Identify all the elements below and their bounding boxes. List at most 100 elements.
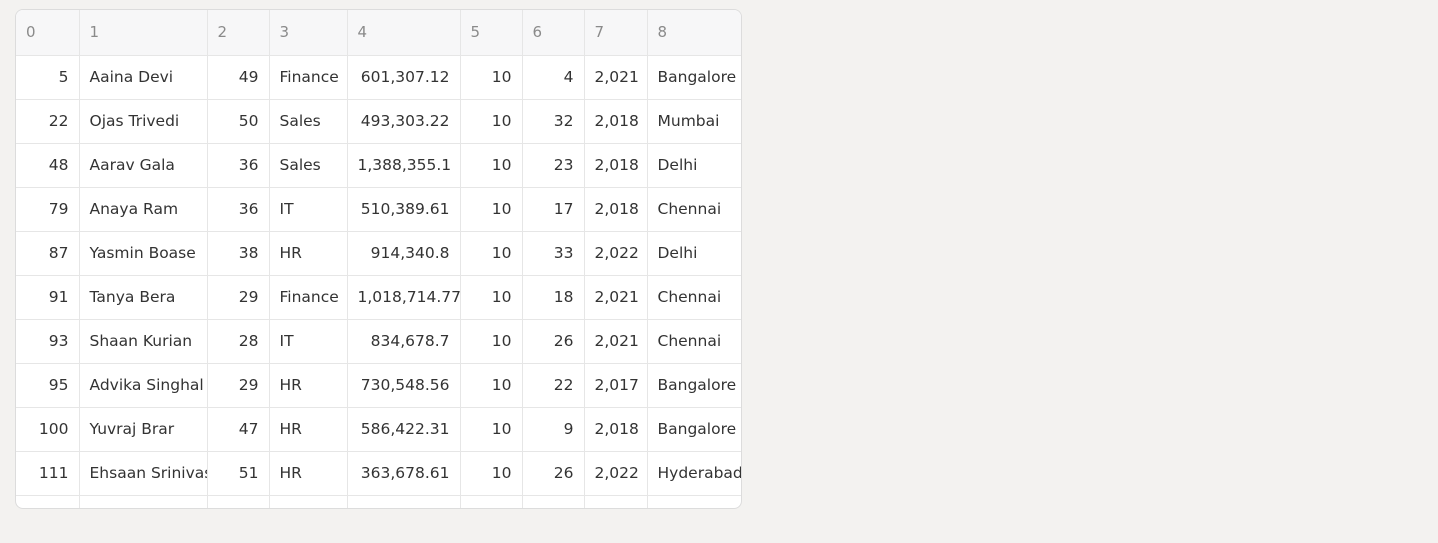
table-cell[interactable]: Yuvraj Brar	[79, 407, 208, 452]
table-cell[interactable]: Mumbai	[647, 99, 741, 144]
column-header-1[interactable]: 1	[79, 10, 208, 56]
table-cell[interactable]: Chennai	[647, 319, 741, 364]
table-cell[interactable]: 51	[207, 451, 270, 496]
table-cell[interactable]: 95	[16, 363, 80, 408]
table-cell[interactable]: 10	[460, 363, 523, 408]
table-cell[interactable]: 2,017	[584, 363, 648, 408]
table-row[interactable]: 111 Ehsaan Srinivas 51 HR 363,678.61 10 26 2,02…	[16, 451, 741, 496]
table-cell[interactable]: Sales	[269, 99, 348, 144]
table-cell[interactable]: 10	[460, 187, 523, 232]
table-cell[interactable]: Aarav Gala	[79, 143, 208, 188]
table-cell[interactable]: 29	[207, 275, 270, 320]
table-cell[interactable]: Bangalore	[647, 55, 741, 100]
table-cell[interactable]: 10	[460, 451, 523, 496]
table-cell[interactable]	[207, 495, 270, 508]
table-cell[interactable]: 5	[16, 55, 80, 100]
table-cell[interactable]: Bangalore	[647, 363, 741, 408]
table-cell[interactable]: Finance	[269, 55, 348, 100]
table-cell[interactable]: 2,021	[584, 319, 648, 364]
table-cell[interactable]: 2,022	[584, 451, 648, 496]
table-cell[interactable]: 26	[522, 319, 585, 364]
table-cell[interactable]: 2,018	[584, 407, 648, 452]
column-header-2[interactable]: 2	[207, 10, 270, 56]
table-cell[interactable]: 10	[460, 99, 523, 144]
table-cell[interactable]: 493,303.22	[347, 99, 461, 144]
table-cell[interactable]: 28	[207, 319, 270, 364]
table-cell[interactable]: Shaan Kurian	[79, 319, 208, 364]
table-cell[interactable]: Bangalore	[647, 407, 741, 452]
data-grid[interactable]: 012345678 5 Aaina Devi 49 Finance 601,307.12…	[15, 9, 742, 509]
table-cell[interactable]	[460, 495, 523, 508]
table-cell[interactable]	[522, 495, 585, 508]
column-header-3[interactable]: 3	[269, 10, 348, 56]
table-row[interactable]: 5 Aaina Devi 49 Finance 601,307.12 10 4 2,021 Ba…	[16, 55, 741, 100]
table-cell[interactable]: 23	[522, 143, 585, 188]
table-cell[interactable]	[647, 495, 741, 508]
table-cell[interactable]: 914,340.8	[347, 231, 461, 276]
table-cell[interactable]: 50	[207, 99, 270, 144]
table-cell[interactable]: 18	[522, 275, 585, 320]
table-cell[interactable]: 38	[207, 231, 270, 276]
table-cell[interactable]: 1,018,714.77	[347, 275, 461, 320]
table-cell[interactable]	[79, 495, 208, 508]
table-cell[interactable]: 22	[16, 99, 80, 144]
table-cell[interactable]: Delhi	[647, 143, 741, 188]
table-row[interactable]: 22 Ojas Trivedi 50 Sales 493,303.22 10 32 2,018…	[16, 99, 741, 144]
table-cell[interactable]: 2,018	[584, 99, 648, 144]
table-cell[interactable]: 10	[460, 143, 523, 188]
table-cell[interactable]: 9	[522, 407, 585, 452]
table-cell[interactable]	[347, 495, 461, 508]
table-cell[interactable]: 2,021	[584, 55, 648, 100]
table-row[interactable]: 87 Yasmin Boase 38 HR 914,340.8 10 33 2,022 Delh…	[16, 231, 741, 276]
table-cell[interactable]: 10	[460, 407, 523, 452]
table-cell[interactable]: Delhi	[647, 231, 741, 276]
table-cell[interactable]: 36	[207, 187, 270, 232]
table-cell[interactable]: 10	[460, 275, 523, 320]
table-cell[interactable]: 2,021	[584, 275, 648, 320]
table-cell[interactable]: IT	[269, 319, 348, 364]
column-header-5[interactable]: 5	[460, 10, 523, 56]
table-cell[interactable]: 834,678.7	[347, 319, 461, 364]
table-cell[interactable]: Finance	[269, 275, 348, 320]
table-row[interactable]: 48 Aarav Gala 36 Sales 1,388,355.1 10 23 2,018 D…	[16, 143, 741, 188]
table-cell[interactable]: Ojas Trivedi	[79, 99, 208, 144]
table-cell[interactable]	[16, 495, 80, 508]
table-cell[interactable]: Sales	[269, 143, 348, 188]
table-cell[interactable]: 100	[16, 407, 80, 452]
table-cell[interactable]: 1,388,355.1	[347, 143, 461, 188]
table-row[interactable]: 79 Anaya Ram 36 IT 510,389.61 10 17 2,018 Chenna…	[16, 187, 741, 232]
table-cell[interactable]: 33	[522, 231, 585, 276]
table-cell[interactable]: Anaya Ram	[79, 187, 208, 232]
table-cell[interactable]: 48	[16, 143, 80, 188]
table-cell[interactable]: 601,307.12	[347, 55, 461, 100]
table-cell[interactable]: 10	[460, 55, 523, 100]
column-header-0[interactable]: 0	[16, 10, 80, 56]
table-cell[interactable]: 49	[207, 55, 270, 100]
table-cell[interactable]: 2,022	[584, 231, 648, 276]
table-cell[interactable]: 510,389.61	[347, 187, 461, 232]
table-cell[interactable]: 93	[16, 319, 80, 364]
column-header-7[interactable]: 7	[584, 10, 648, 56]
table-cell[interactable]: 26	[522, 451, 585, 496]
table-cell[interactable]: 10	[460, 319, 523, 364]
table-cell[interactable]: Hyderabad	[647, 451, 741, 496]
table-cell[interactable]: Tanya Bera	[79, 275, 208, 320]
table-cell[interactable]: 586,422.31	[347, 407, 461, 452]
table-cell[interactable]: HR	[269, 363, 348, 408]
table-cell[interactable]: HR	[269, 451, 348, 496]
table-cell[interactable]: Advika Singhal	[79, 363, 208, 408]
table-row[interactable]: 93 Shaan Kurian 28 IT 834,678.7 10 26 2,021 Chen…	[16, 319, 741, 364]
table-cell[interactable]: 17	[522, 187, 585, 232]
table-cell[interactable]: Chennai	[647, 187, 741, 232]
table-cell[interactable]	[584, 495, 648, 508]
table-cell[interactable]: 2,018	[584, 143, 648, 188]
table-row-partial[interactable]	[16, 495, 741, 508]
table-cell[interactable]: HR	[269, 231, 348, 276]
table-row[interactable]: 91 Tanya Bera 29 Finance 1,018,714.77 10 18 2,0…	[16, 275, 741, 320]
table-cell[interactable]: 2,018	[584, 187, 648, 232]
table-row[interactable]: 100 Yuvraj Brar 47 HR 586,422.31 10 9 2,018 Bang…	[16, 407, 741, 452]
table-row[interactable]: 95 Advika Singhal 29 HR 730,548.56 10 22 2,017 B…	[16, 363, 741, 408]
table-cell[interactable]: 10	[460, 231, 523, 276]
table-cell[interactable]: HR	[269, 407, 348, 452]
table-cell[interactable]: 36	[207, 143, 270, 188]
